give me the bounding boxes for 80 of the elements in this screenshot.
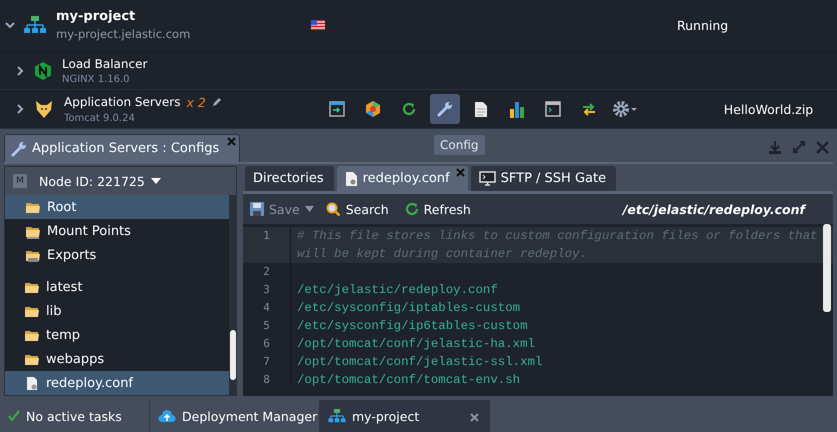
tree-label: webapps — [46, 352, 104, 367]
tree-label: Exports — [47, 248, 96, 263]
network-icon — [328, 409, 346, 424]
puzzle-hexagon-icon — [364, 100, 382, 118]
tree-item[interactable]: temp — [5, 323, 229, 348]
tree-label: Root — [47, 200, 76, 215]
panel-tab[interactable]: Application Servers : Configs — [4, 134, 240, 162]
line-number: 3 — [262, 282, 271, 298]
environment-name: my-project — [56, 9, 136, 24]
code-line: /opt/tomcat/conf/jelastic-ssl.xml — [290, 353, 833, 372]
cloud-upload-icon — [158, 409, 176, 424]
taskbar-item[interactable]: No active tasks — [0, 400, 150, 432]
code-line: /opt/tomcat/conf/jelastic-ha.xml — [290, 335, 833, 354]
refresh-button[interactable]: Refresh — [404, 202, 471, 217]
tree-label: latest — [46, 280, 83, 295]
close-icon[interactable] — [456, 168, 465, 178]
tree-item[interactable]: Root — [5, 195, 229, 220]
node-version: Tomcat 9.0.24 — [64, 112, 136, 124]
tooltip: Config — [434, 135, 485, 155]
restart-icon — [400, 101, 417, 118]
wrench-icon — [10, 140, 28, 158]
hexagon-n-icon — [34, 60, 52, 81]
line-number: 7 — [262, 354, 271, 370]
environment-domain[interactable]: my-project.jelastic.com — [56, 27, 276, 42]
check-icon — [8, 410, 20, 422]
tree-label: temp — [46, 328, 80, 343]
line-number: 8 — [262, 372, 271, 388]
flag-icon — [311, 20, 325, 30]
close-icon[interactable] — [227, 137, 236, 146]
file-path: /etc/jelastic/redeploy.conf — [622, 202, 805, 217]
toolbar-button[interactable] — [430, 94, 460, 124]
node-name: Application Servers — [64, 95, 180, 110]
caret-icon — [150, 178, 161, 184]
status-text: Running — [677, 18, 728, 33]
pencil-icon[interactable] — [212, 97, 222, 108]
node-count: x 2 — [186, 94, 206, 110]
node-version: NGINX 1.16.0 — [62, 74, 130, 85]
tree-label: lib — [46, 304, 62, 319]
bar-chart-icon — [508, 100, 525, 118]
tree-label: redeploy.conf — [46, 376, 134, 391]
tree-item[interactable]: Mount Points — [5, 219, 229, 244]
line-number: 1 — [262, 228, 271, 244]
deployed-archive: HelloWorld.zip — [724, 102, 814, 117]
editor-tab[interactable]: Directories — [245, 166, 334, 192]
tree-item[interactable]: webapps — [5, 347, 229, 372]
wrench-icon — [436, 100, 454, 118]
cat-head-icon — [34, 99, 54, 120]
tree-label: Mount Points — [47, 224, 131, 239]
document-icon — [474, 100, 488, 118]
tree-item[interactable]: lib — [5, 299, 229, 324]
node-selector[interactable]: Node ID: 221725 — [39, 174, 161, 189]
editor-tab[interactable]: SFTP / SSH Gate — [470, 166, 616, 192]
close-icon[interactable] — [470, 413, 479, 422]
tree-item[interactable]: latest — [5, 275, 229, 300]
line-number: 6 — [262, 336, 271, 352]
terminal-icon — [544, 101, 561, 118]
taskbar-item[interactable]: my-project — [320, 400, 490, 432]
swap-arrows-icon — [580, 100, 597, 118]
tree-item[interactable]: Exports — [5, 243, 229, 268]
caret-icon — [304, 206, 314, 212]
file-icon — [24, 376, 40, 391]
node-name: Load Balancer — [62, 56, 148, 71]
scrollbar-thumb[interactable] — [823, 224, 831, 312]
line-number: 4 — [262, 300, 271, 316]
editor-tab[interactable]: redeploy.conf — [336, 166, 468, 192]
refresh-icon — [404, 202, 419, 216]
gear-icon — [612, 100, 638, 118]
monitor-icon — [478, 171, 496, 186]
file-gear-icon — [344, 170, 358, 187]
line-number: 2 — [262, 264, 271, 280]
scrollbar-thumb[interactable] — [230, 330, 236, 380]
floppy-icon — [250, 202, 264, 216]
code-line: /opt/tomcat/conf/tomcat-env.sh — [290, 371, 833, 390]
search-button[interactable]: Search — [326, 202, 389, 217]
node-badge: M — [13, 174, 27, 188]
code-line: /etc/sysconfig/ip6tables-custom — [290, 317, 833, 336]
tree-item[interactable]: redeploy.conf — [5, 371, 229, 396]
search-icon — [326, 202, 341, 217]
line-number: 5 — [262, 318, 271, 334]
network-icon — [24, 16, 46, 34]
